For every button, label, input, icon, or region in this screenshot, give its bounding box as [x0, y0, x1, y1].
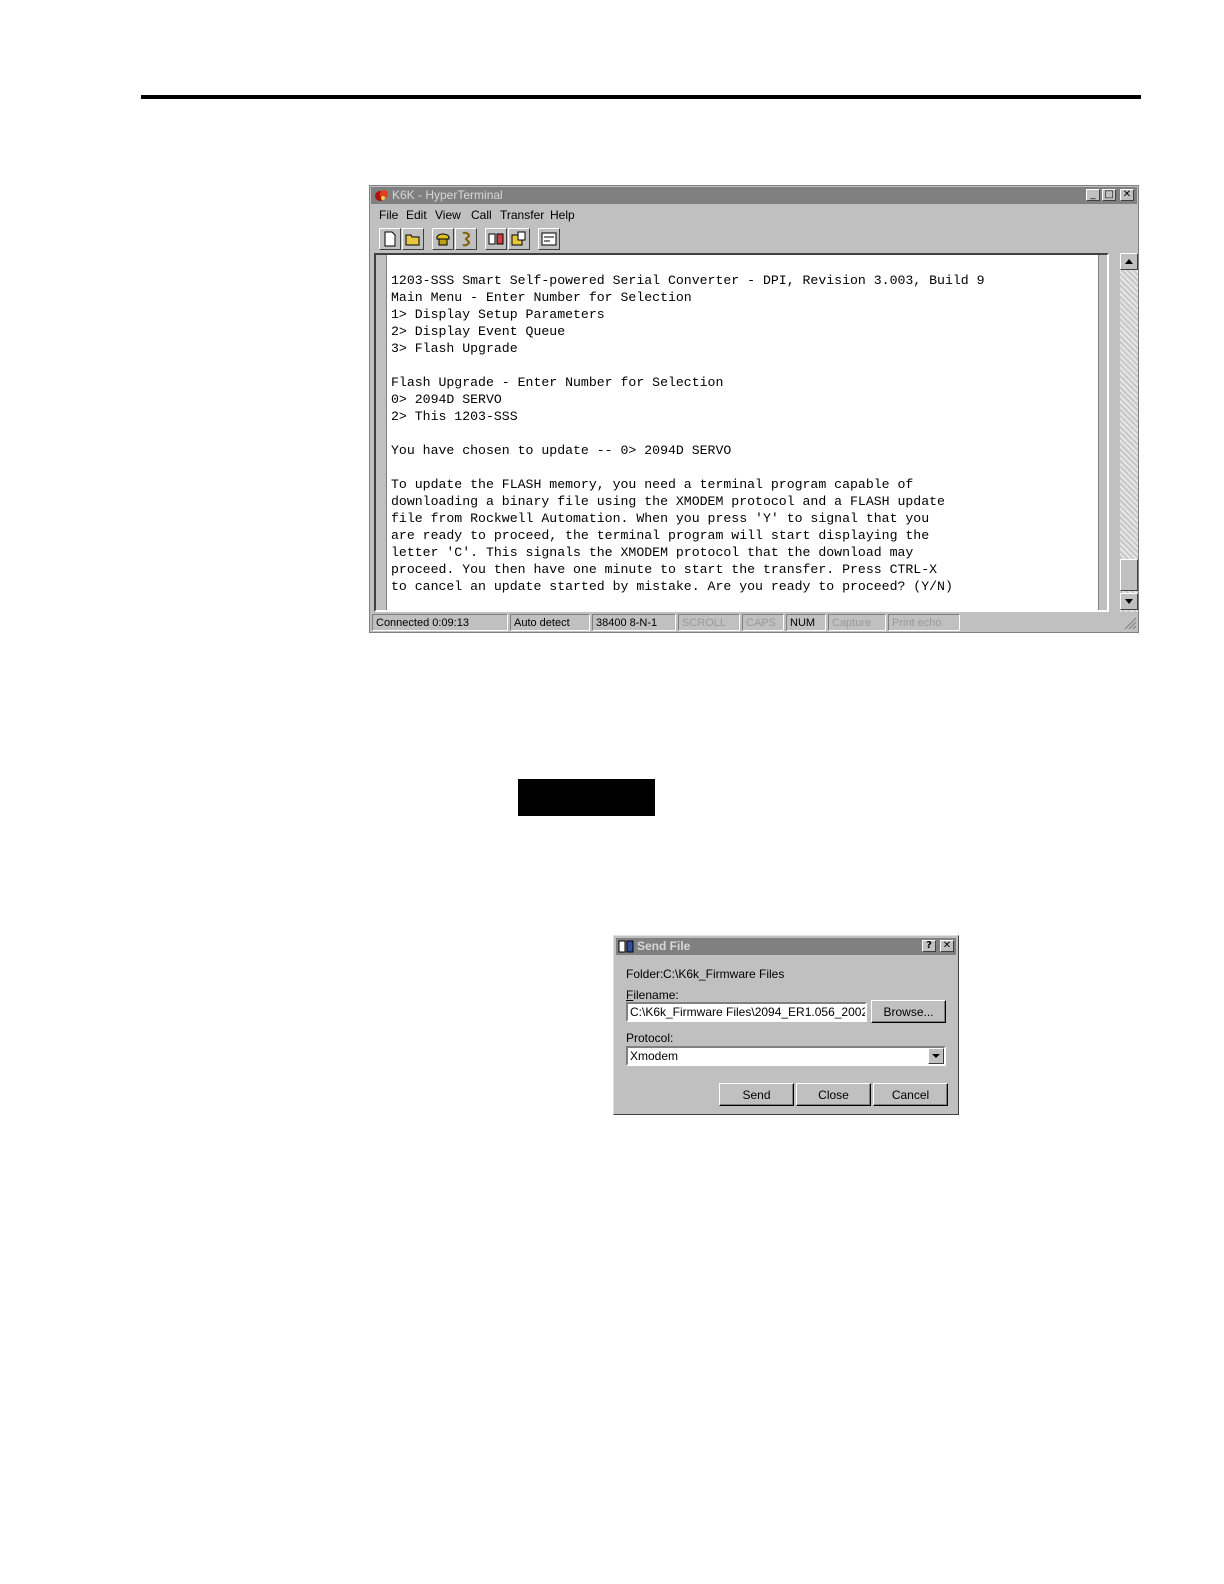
menu-edit[interactable]: Edit — [406, 208, 427, 222]
menu-transfer[interactable]: Transfer — [500, 208, 544, 222]
filename-label: Filename: — [626, 988, 679, 1002]
receive-icon[interactable] — [508, 228, 530, 250]
folder-label: Folder: — [626, 967, 664, 981]
menu-call[interactable]: Call — [471, 208, 492, 222]
protocol-value: Xmodem — [630, 1049, 679, 1063]
menu-file[interactable]: File — [379, 208, 398, 222]
window-titlebar[interactable]: K6K - HyperTerminal _ □ ✕ — [371, 187, 1137, 204]
menu-view[interactable]: View — [435, 208, 461, 222]
resize-grip-icon[interactable] — [1124, 617, 1137, 630]
status-scroll: SCROLL — [678, 614, 740, 631]
scroll-down-icon[interactable] — [1120, 593, 1138, 610]
status-num: NUM — [786, 614, 826, 631]
terminal-margin-right — [1098, 255, 1107, 610]
dialog-title: Send File — [637, 939, 691, 953]
status-connected: Connected 0:09:13 — [372, 614, 508, 631]
terminal-margin — [376, 255, 387, 610]
terminal-output: 1203-SSS Smart Self-powered Serial Conve… — [391, 273, 985, 594]
new-icon[interactable] — [379, 228, 401, 250]
status-bar: Connected 0:09:13 Auto detect 38400 8-N-… — [372, 614, 1138, 632]
scroll-up-icon[interactable] — [1120, 253, 1138, 270]
dialog-close-icon[interactable]: ✕ — [940, 940, 954, 952]
send-file-dialog: Send File ? ✕ Folder: C:\K6k_Firmware Fi… — [613, 935, 959, 1115]
status-print-echo: Print echo — [888, 614, 960, 631]
status-settings: 38400 8-N-1 — [592, 614, 676, 631]
cancel-button[interactable]: Cancel — [873, 1083, 948, 1106]
status-detect: Auto detect — [510, 614, 590, 631]
help-icon[interactable]: ? — [922, 940, 936, 952]
folder-value: C:\K6k_Firmware Files — [663, 967, 785, 981]
header-rule — [141, 95, 1141, 99]
protocol-select[interactable]: Xmodem — [626, 1046, 946, 1066]
maximize-icon[interactable]: □ — [1102, 189, 1116, 201]
black-label-box — [518, 779, 655, 816]
menu-help[interactable]: Help — [550, 208, 575, 222]
close-icon[interactable]: ✕ — [1120, 189, 1134, 201]
send-icon[interactable] — [485, 228, 507, 250]
protocol-label: Protocol: — [626, 1031, 674, 1045]
status-capture: Capture — [828, 614, 886, 631]
terminal-area[interactable]: 1203-SSS Smart Self-powered Serial Conve… — [374, 253, 1109, 612]
filename-input[interactable]: C:\K6k_Firmware Files\2094_ER1.056_2002_… — [626, 1002, 867, 1022]
vertical-scrollbar[interactable] — [1120, 253, 1138, 612]
scroll-thumb[interactable] — [1120, 559, 1138, 591]
open-folder-icon[interactable] — [402, 228, 424, 250]
connect-phone-icon[interactable] — [432, 228, 454, 250]
dialog-titlebar[interactable]: Send File ? ✕ — [616, 938, 956, 955]
hyperterminal-window: K6K - HyperTerminal _ □ ✕ File Edit View… — [369, 185, 1139, 633]
send-button[interactable]: Send — [719, 1083, 794, 1106]
close-button[interactable]: Close — [796, 1083, 871, 1106]
hyperterminal-app-icon — [375, 190, 388, 201]
chevron-down-icon[interactable] — [928, 1048, 944, 1064]
send-file-app-icon — [618, 940, 634, 953]
browse-button[interactable]: Browse... — [871, 1000, 946, 1023]
properties-icon[interactable] — [538, 228, 560, 250]
status-caps: CAPS — [742, 614, 784, 631]
minimize-icon[interactable]: _ — [1086, 189, 1100, 201]
window-title: K6K - HyperTerminal — [392, 188, 503, 202]
filename-label-rest: ilename: — [633, 988, 679, 1002]
disconnect-phone-icon[interactable] — [455, 228, 477, 250]
